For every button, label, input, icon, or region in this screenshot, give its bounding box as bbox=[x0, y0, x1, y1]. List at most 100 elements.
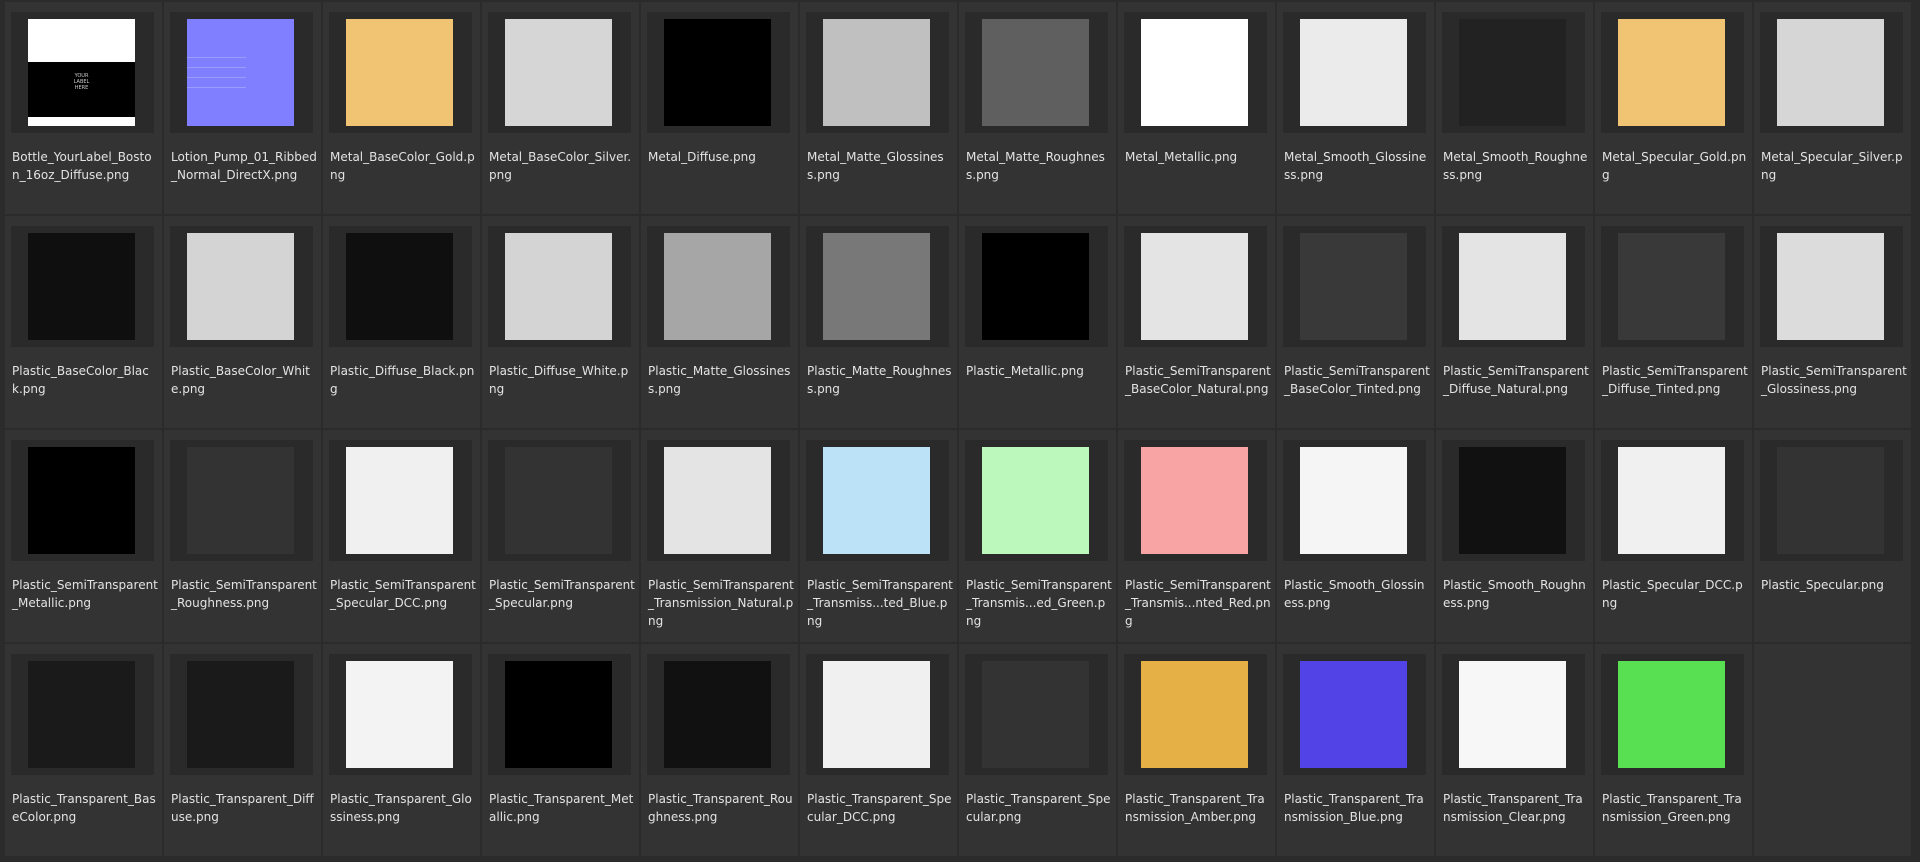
file-name: Metal_Specular_Silver.png bbox=[1761, 150, 1903, 182]
file-thumbnail[interactable]: Plastic_Matte_Glossiness.png bbox=[641, 216, 798, 428]
file-thumbnail[interactable]: Plastic_Diffuse_White.png bbox=[482, 216, 639, 428]
file-thumbnail[interactable]: Plastic_Transparent_Transmission_Green.p… bbox=[1595, 644, 1752, 856]
file-thumbnail[interactable]: Plastic_Diffuse_Black.png bbox=[323, 216, 480, 428]
file-thumbnail[interactable]: Plastic_Specular_DCC.png bbox=[1595, 430, 1752, 642]
thumbnail-frame bbox=[329, 12, 472, 133]
file-thumbnail[interactable]: Plastic_Transparent_Transmission_Clear.p… bbox=[1436, 644, 1593, 856]
file-thumbnail[interactable]: Metal_Diffuse.png bbox=[641, 2, 798, 214]
file-name: Plastic_Transparent_Metallic.png bbox=[489, 792, 634, 824]
texture-preview bbox=[1300, 661, 1407, 768]
texture-preview bbox=[982, 447, 1089, 554]
file-thumbnail[interactable]: Plastic_SemiTransparent_BaseColor_Natura… bbox=[1118, 216, 1275, 428]
file-name: Plastic_Matte_Roughness.png bbox=[807, 364, 952, 396]
file-name: Plastic_Transparent_Glossiness.png bbox=[330, 792, 472, 824]
texture-preview bbox=[505, 19, 612, 126]
file-thumbnail[interactable]: Metal_Smooth_Roughness.png bbox=[1436, 2, 1593, 214]
texture-preview bbox=[1777, 233, 1884, 340]
file-thumbnail[interactable]: Plastic_Specular.png bbox=[1754, 430, 1911, 642]
file-thumbnail[interactable]: Plastic_Transparent_BaseColor.png bbox=[5, 644, 162, 856]
thumbnail-frame: YOUR LABEL HERE bbox=[11, 12, 154, 133]
thumbnail-frame bbox=[488, 654, 631, 775]
file-thumbnail[interactable]: Plastic_Transparent_Transmission_Amber.p… bbox=[1118, 644, 1275, 856]
file-thumbnail[interactable]: Metal_BaseColor_Gold.png bbox=[323, 2, 480, 214]
file-name: Plastic_Matte_Glossiness.png bbox=[648, 364, 791, 396]
file-thumbnail[interactable]: Plastic_SemiTransparent_Diffuse_Natural.… bbox=[1436, 216, 1593, 428]
texture-preview bbox=[346, 447, 453, 554]
file-thumbnail[interactable]: Plastic_Smooth_Roughness.png bbox=[1436, 430, 1593, 642]
file-thumbnail[interactable]: Plastic_SemiTransparent_Metallic.png bbox=[5, 430, 162, 642]
thumbnail-frame bbox=[647, 440, 790, 561]
thumbnail-frame bbox=[806, 226, 949, 347]
file-thumbnail[interactable]: YOUR LABEL HERE Bottle_YourLabel_Boston_1… bbox=[5, 2, 162, 214]
file-thumbnail[interactable]: Plastic_SemiTransparent_Transmis...nted_… bbox=[1118, 430, 1275, 642]
file-name: Plastic_SemiTransparent_BaseColor_Natura… bbox=[1125, 364, 1271, 396]
file-thumbnail[interactable]: Metal_Specular_Silver.png bbox=[1754, 2, 1911, 214]
file-thumbnail[interactable]: Plastic_BaseColor_White.png bbox=[164, 216, 321, 428]
file-name: Metal_Smooth_Roughness.png bbox=[1443, 150, 1588, 182]
file-thumbnail[interactable]: Plastic_Transparent_Specular_DCC.png bbox=[800, 644, 957, 856]
file-name: Plastic_Transparent_Transmission_Blue.pn… bbox=[1284, 792, 1424, 824]
file-thumbnail[interactable]: Metal_Matte_Glossiness.png bbox=[800, 2, 957, 214]
thumbnail-frame bbox=[329, 440, 472, 561]
file-name: Plastic_SemiTransparent_Transmis...nted_… bbox=[1125, 578, 1271, 628]
thumbnail-frame bbox=[1601, 12, 1744, 133]
empty-grid-cell bbox=[1754, 644, 1911, 856]
file-name: Plastic_Metallic.png bbox=[966, 364, 1084, 378]
file-name: Plastic_SemiTransparent_Specular.png bbox=[489, 578, 635, 610]
file-thumbnail[interactable]: Plastic_BaseColor_Black.png bbox=[5, 216, 162, 428]
file-name: Plastic_SemiTransparent_Specular_DCC.png bbox=[330, 578, 476, 610]
file-thumbnail[interactable]: Plastic_Transparent_Roughness.png bbox=[641, 644, 798, 856]
file-name: Plastic_SemiTransparent_Transmission_Nat… bbox=[648, 578, 794, 628]
texture-preview bbox=[823, 661, 930, 768]
thumbnail-frame bbox=[170, 654, 313, 775]
thumbnail-frame bbox=[170, 12, 313, 133]
file-thumbnail[interactable]: Plastic_Transparent_Metallic.png bbox=[482, 644, 639, 856]
thumbnail-frame bbox=[965, 654, 1108, 775]
thumbnail-frame bbox=[1601, 440, 1744, 561]
label-preview-image: YOUR LABEL HERE bbox=[28, 19, 135, 126]
file-thumbnail[interactable]: Plastic_SemiTransparent_Transmis...ed_Gr… bbox=[959, 430, 1116, 642]
thumbnail-frame bbox=[1283, 226, 1426, 347]
file-name: Metal_Diffuse.png bbox=[648, 150, 756, 164]
file-thumbnail[interactable]: Plastic_SemiTransparent_Transmiss...ted_… bbox=[800, 430, 957, 642]
file-thumbnail[interactable]: Plastic_Smooth_Glossiness.png bbox=[1277, 430, 1434, 642]
file-thumbnail[interactable]: Metal_Matte_Roughness.png bbox=[959, 2, 1116, 214]
file-thumbnail[interactable]: Plastic_SemiTransparent_Roughness.png bbox=[164, 430, 321, 642]
texture-preview bbox=[982, 661, 1089, 768]
file-thumbnail[interactable]: Plastic_SemiTransparent_Glossiness.png bbox=[1754, 216, 1911, 428]
file-name: Metal_BaseColor_Gold.png bbox=[330, 150, 475, 182]
file-thumbnail[interactable]: Plastic_Metallic.png bbox=[959, 216, 1116, 428]
texture-preview bbox=[1459, 661, 1566, 768]
file-thumbnail[interactable]: Plastic_SemiTransparent_Specular_DCC.png bbox=[323, 430, 480, 642]
file-thumbnail[interactable]: Plastic_SemiTransparent_Transmission_Nat… bbox=[641, 430, 798, 642]
texture-preview bbox=[982, 19, 1089, 126]
file-thumbnail[interactable]: Metal_Metallic.png bbox=[1118, 2, 1275, 214]
file-thumbnail[interactable]: Plastic_Matte_Roughness.png bbox=[800, 216, 957, 428]
file-thumbnail[interactable]: Plastic_SemiTransparent_Diffuse_Tinted.p… bbox=[1595, 216, 1752, 428]
file-thumbnail[interactable]: Plastic_SemiTransparent_Specular.png bbox=[482, 430, 639, 642]
file-name: Plastic_SemiTransparent_Glossiness.png bbox=[1761, 364, 1907, 396]
thumbnail-frame bbox=[170, 226, 313, 347]
file-thumbnail[interactable]: Plastic_Transparent_Transmission_Blue.pn… bbox=[1277, 644, 1434, 856]
thumbnail-frame bbox=[1442, 12, 1585, 133]
file-thumbnail[interactable]: Plastic_Transparent_Glossiness.png bbox=[323, 644, 480, 856]
file-thumbnail[interactable]: Metal_BaseColor_Silver.png bbox=[482, 2, 639, 214]
file-thumbnail[interactable]: Lotion_Pump_01_Ribbed_Normal_DirectX.png bbox=[164, 2, 321, 214]
texture-preview bbox=[28, 233, 135, 340]
texture-preview bbox=[1777, 447, 1884, 554]
file-name: Metal_Specular_Gold.png bbox=[1602, 150, 1747, 182]
thumbnail-frame bbox=[11, 654, 154, 775]
file-thumbnail[interactable]: Plastic_Transparent_Diffuse.png bbox=[164, 644, 321, 856]
texture-preview bbox=[28, 661, 135, 768]
file-thumbnail[interactable]: Plastic_SemiTransparent_BaseColor_Tinted… bbox=[1277, 216, 1434, 428]
texture-preview bbox=[1300, 447, 1407, 554]
file-thumbnail[interactable]: Plastic_Transparent_Specular.png bbox=[959, 644, 1116, 856]
thumbnail-frame bbox=[965, 440, 1108, 561]
file-thumbnail[interactable]: Metal_Specular_Gold.png bbox=[1595, 2, 1752, 214]
texture-preview bbox=[187, 233, 294, 340]
texture-preview bbox=[1141, 661, 1248, 768]
texture-preview bbox=[1459, 233, 1566, 340]
file-thumbnail[interactable]: Metal_Smooth_Glossiness.png bbox=[1277, 2, 1434, 214]
file-name: Plastic_Diffuse_White.png bbox=[489, 364, 629, 396]
file-name: Plastic_SemiTransparent_Transmiss...ted_… bbox=[807, 578, 953, 628]
